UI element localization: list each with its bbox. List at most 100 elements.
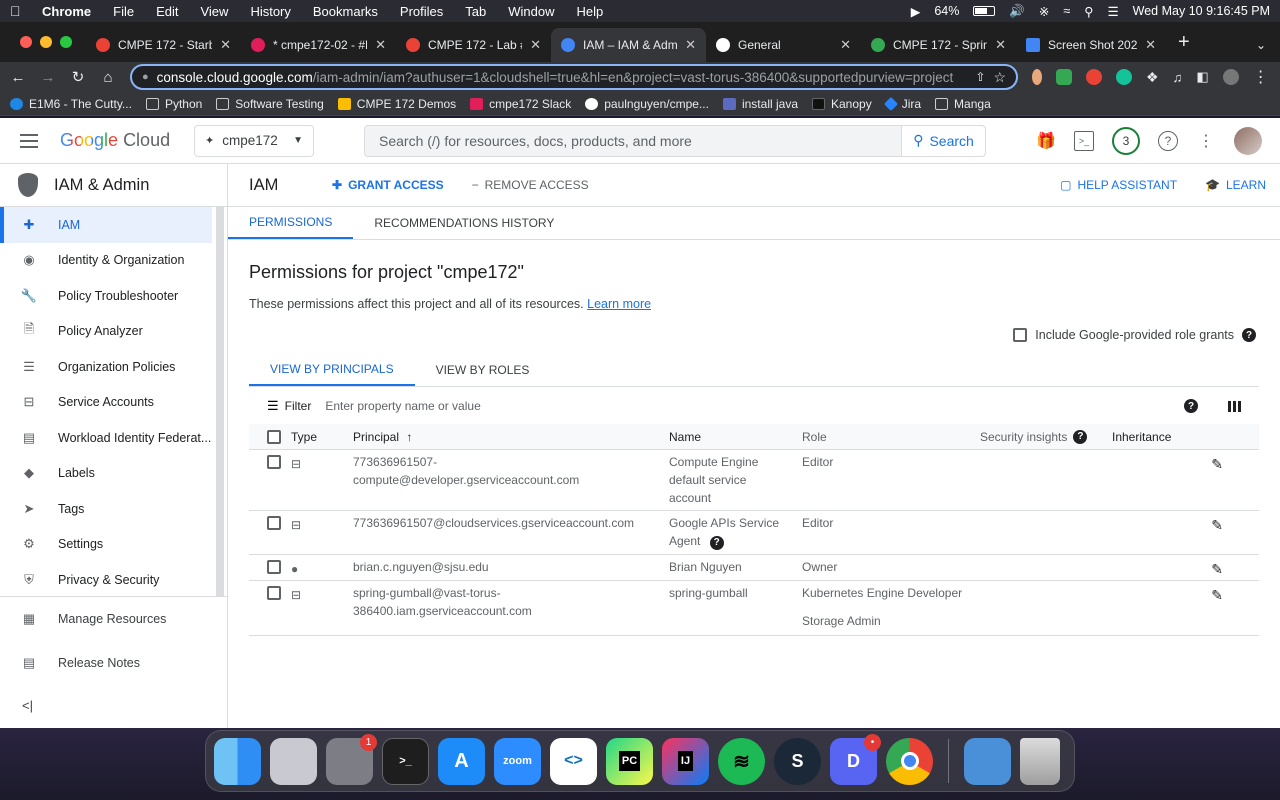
help-assistant-button[interactable]: ▢ HELP ASSISTANT [1060,178,1177,192]
wifi-icon[interactable]: ≈ [1063,4,1070,18]
sidebar-scrollbar[interactable] [216,207,224,597]
media-control-icon[interactable]: ♫ [1173,70,1183,85]
column-role[interactable]: Role [802,428,980,446]
menu-history[interactable]: History [250,4,290,19]
help-icon[interactable]: ? [1073,429,1088,444]
zoom-window-button[interactable] [60,36,72,48]
home-icon[interactable]: ⌂ [100,69,116,86]
dock-chrome[interactable] [886,737,933,785]
share-icon[interactable]: ⇧ [975,70,985,84]
filter-input[interactable]: Enter property name or value [325,399,480,413]
battery-icon[interactable] [973,6,996,16]
menu-view[interactable]: View [200,4,228,19]
reload-icon[interactable]: ↻ [70,68,86,86]
bookmark-folder[interactable]: Python [145,97,202,111]
menu-tab[interactable]: Tab [465,4,486,19]
learn-more-link[interactable]: Learn more [587,297,651,311]
address-bar[interactable]: ● console.cloud.google.com/iam-admin/iam… [130,64,1018,90]
bluetooth-icon[interactable]: ※ [1039,4,1049,19]
sidebar-item-release-notes[interactable]: ▤ Release Notes [0,641,227,685]
close-tab-icon[interactable]: ✕ [220,37,231,53]
edit-principal-icon[interactable]: ✎ [1211,516,1223,549]
row-checkbox[interactable] [267,560,281,574]
filter-help-icon[interactable]: ? [1184,399,1198,413]
bookmark-item[interactable]: CMPE 172 Demos [337,97,456,111]
bookmark-item[interactable]: Kanopy [812,97,872,111]
help-icon[interactable]: ? [1242,328,1256,342]
sidebar-item-iam[interactable]: ✚ IAM [0,207,212,243]
bookmark-item[interactable]: install java [722,97,798,111]
browser-tab[interactable]: CMPE 172 - Starbuc ✕ [86,28,241,62]
adblock-extension-icon[interactable] [1086,69,1102,85]
column-principal[interactable]: Principal ↑ [353,428,669,446]
bookmark-item[interactable]: E1M6 - The Cutty... [10,97,132,111]
dock-system-settings[interactable]: 1 [326,733,377,785]
menu-profiles[interactable]: Profiles [400,4,443,19]
browser-tab-active[interactable]: IAM – IAM & Admin ✕ [551,28,706,62]
close-tab-icon[interactable]: ✕ [375,37,386,53]
dock-terminal[interactable]: >_ [382,737,429,785]
grammarly-extension-icon[interactable] [1116,69,1132,85]
menu-window[interactable]: Window [508,4,554,19]
close-tab-icon[interactable]: ✕ [840,37,851,53]
google-cloud-logo[interactable]: Google Cloud [60,130,186,151]
forward-icon[interactable]: → [40,69,56,86]
bookmark-folder[interactable]: Software Testing [216,97,324,111]
bookmark-folder[interactable]: Manga [935,97,991,111]
menu-edit[interactable]: Edit [156,4,178,19]
dock-launchpad[interactable] [270,737,317,785]
dock-pycharm[interactable]: PC [606,737,653,785]
tab-search-icon[interactable]: ⌄ [1242,38,1280,62]
column-display-icon[interactable] [1228,400,1241,412]
row-checkbox[interactable] [267,516,281,530]
remove-access-button[interactable]: − REMOVE ACCESS [472,178,589,192]
more-vert-icon[interactable]: ⋮ [1196,131,1216,151]
cloud-shell-icon[interactable]: >_ [1074,130,1094,151]
browser-tab[interactable]: General ✕ [706,28,861,62]
select-all-checkbox[interactable] [267,429,281,444]
sidebar-item-settings[interactable]: ⚙ Settings [0,527,227,563]
extension-icon[interactable] [1056,69,1072,85]
sidebar-item-policy-analyzer[interactable]: 🗎 Policy Analyzer [0,314,227,350]
sidebar-item-tags[interactable]: ➤ Tags [0,491,227,527]
sidebar-item-privacy-security[interactable]: ⛨ Privacy & Security [0,562,227,598]
dock-spotify[interactable]: ≋ [718,737,765,785]
side-panel-icon[interactable]: ◧ [1196,69,1208,85]
edit-principal-icon[interactable]: ✎ [1211,586,1223,630]
sidebar-item-workload-identity[interactable]: ▤ Workload Identity Federat... [0,420,227,456]
dock-intellij[interactable]: IJ [662,737,709,785]
gift-icon[interactable]: 🎁 [1036,131,1056,151]
tab-view-by-roles[interactable]: VIEW BY ROLES [415,354,551,386]
new-tab-button[interactable]: + [1166,31,1202,62]
close-tab-icon[interactable]: ✕ [685,37,696,53]
learn-button[interactable]: 🎓 LEARN [1205,178,1266,192]
clock[interactable]: Wed May 10 9:16:45 PM [1133,4,1270,18]
notifications-badge[interactable]: 3 [1112,126,1140,155]
main-menu-icon[interactable] [20,133,38,148]
tab-view-by-principals[interactable]: VIEW BY PRINCIPALS [249,354,415,386]
sidebar-item-organization-policies[interactable]: ☰ Organization Policies [0,349,227,385]
bookmark-star-icon[interactable]: ☆ [993,69,1006,86]
browser-tab[interactable]: CMPE 172 - Spring ✕ [861,28,1016,62]
menu-app-name[interactable]: Chrome [42,4,91,19]
bookmark-item[interactable]: Jira [883,96,921,111]
sidebar-item-labels[interactable]: ◆ Labels [0,456,227,492]
dock-preview[interactable] [964,737,1011,785]
sort-arrow-up-icon[interactable]: ↑ [406,430,412,444]
dock-trash[interactable] [1020,737,1060,785]
bookmark-item[interactable]: cmpe172 Slack [470,97,571,111]
spotlight-icon[interactable]: ⚲ [1084,4,1093,19]
column-inheritance[interactable]: Inheritance [1112,428,1202,446]
search-button[interactable]: ⚲ Search [901,125,985,156]
grant-access-button[interactable]: ✚ GRANT ACCESS [332,178,444,192]
search-input[interactable]: Search (/) for resources, docs, products… [365,126,901,156]
edit-principal-icon[interactable]: ✎ [1211,560,1223,577]
menu-help[interactable]: Help [577,4,604,19]
sidebar-item-service-accounts[interactable]: ⊟ Service Accounts [0,385,227,421]
menu-file[interactable]: File [113,4,134,19]
tab-permissions[interactable]: PERMISSIONS [228,207,354,239]
extension-icon[interactable] [1032,69,1042,85]
row-checkbox[interactable] [267,586,281,600]
collapse-nav-button[interactable]: <| [22,698,33,713]
edit-principal-icon[interactable]: ✎ [1211,455,1223,505]
